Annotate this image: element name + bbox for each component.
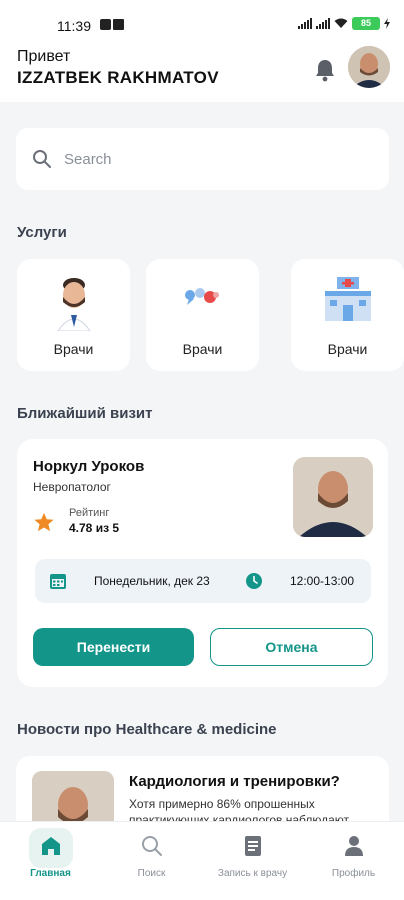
- tab-search[interactable]: Поиск: [101, 822, 202, 900]
- visit-card[interactable]: Норкул Уроков Невропатолог Рейтинг 4.78 …: [17, 439, 388, 687]
- bottom-tab-bar: Главная Поиск Запись к врачу Профиль: [0, 821, 404, 900]
- bell-icon[interactable]: [314, 58, 336, 82]
- service-label: Врачи: [182, 341, 223, 357]
- visit-title: Ближайший визит: [17, 405, 153, 422]
- wifi-icon: [334, 18, 348, 28]
- status-right: 85: [298, 17, 390, 30]
- rating-value: 4.78 из 5: [69, 521, 120, 535]
- reschedule-button[interactable]: Перенести: [33, 628, 194, 666]
- home-icon: [41, 837, 60, 855]
- search-input[interactable]: [64, 146, 364, 172]
- status-time: 11:39: [57, 18, 91, 34]
- service-card-hospital[interactable]: Врачи: [291, 259, 404, 371]
- services-title: Услуги: [17, 224, 67, 241]
- hospital-icon: [324, 277, 371, 321]
- doctor-icon: [56, 278, 91, 331]
- status-bar: 11:39 85: [0, 0, 404, 40]
- battery-icon: 85: [352, 17, 380, 30]
- signal-icon: [316, 18, 330, 29]
- visit-time: 12:00-13:00: [290, 574, 355, 588]
- star-icon: [34, 512, 54, 532]
- tab-label: Поиск: [137, 868, 166, 879]
- tab-home[interactable]: Главная: [0, 822, 101, 900]
- notification-icon: [100, 19, 111, 30]
- chat-bubbles-icon: [184, 288, 219, 305]
- doctor-photo: [293, 457, 373, 537]
- rating-label: Рейтинг: [69, 507, 110, 519]
- tab-label: Главная: [30, 868, 71, 879]
- news-title: Новости про Healthcare & medicine: [17, 721, 277, 738]
- clock-icon: [246, 573, 262, 589]
- tab-profile[interactable]: Профиль: [303, 822, 404, 900]
- app-icon: [113, 19, 124, 30]
- doctor-specialty: Невропатолог: [33, 480, 111, 494]
- news-item-title: Кардиология и тренировки?: [129, 773, 340, 790]
- search-icon: [33, 150, 51, 168]
- user-name: IZZATBEK RAKHMATOV: [17, 68, 219, 87]
- tab-label: Профиль: [331, 868, 376, 879]
- visit-datetime: Понедельник, дек 23 12:00-13:00: [35, 559, 371, 603]
- tab-label: Запись к врачу: [217, 868, 288, 879]
- person-icon: [344, 836, 363, 856]
- charging-icon: [384, 18, 390, 29]
- service-label: Врачи: [53, 341, 94, 357]
- visit-date: Понедельник, дек 23: [94, 574, 210, 588]
- avatar[interactable]: [348, 46, 390, 88]
- cancel-button[interactable]: Отмена: [210, 628, 373, 666]
- service-label: Врачи: [327, 341, 368, 357]
- greeting: Привет: [17, 48, 71, 65]
- clipboard-icon: [244, 836, 261, 856]
- signal-icon: [298, 18, 312, 29]
- search-bar[interactable]: [16, 128, 389, 190]
- service-card-doctors[interactable]: Врачи: [17, 259, 130, 371]
- service-card-chat[interactable]: Врачи: [146, 259, 259, 371]
- calendar-icon: [50, 574, 66, 589]
- app-header: Привет IZZATBEK RAKHMATOV: [0, 40, 404, 102]
- search-icon: [141, 836, 162, 856]
- doctor-name: Норкул Уроков: [33, 458, 145, 475]
- tab-appointments[interactable]: Запись к врачу: [202, 822, 303, 900]
